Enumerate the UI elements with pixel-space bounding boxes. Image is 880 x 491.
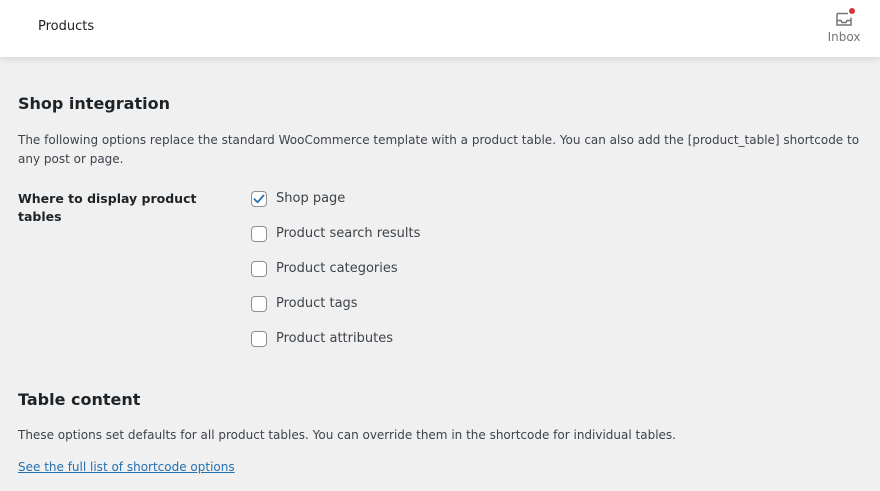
checkmark-icon [253,194,265,204]
option-label: Shop page [276,191,346,206]
field-label-display-locations: Where to display product tables [18,191,197,224]
option-shop-page[interactable]: Shop page [251,190,420,225]
option-label: Product tags [276,296,358,311]
option-label: Product search results [276,226,421,241]
checkbox-product-attributes[interactable] [251,331,267,347]
inbox-icon [834,8,855,29]
display-locations-options: Shop page Product search results Product… [251,190,420,365]
page-title: Products [38,19,95,34]
section-description-shop-integration: The following options replace the standa… [18,133,860,166]
option-product-categories[interactable]: Product categories [251,260,420,295]
checkbox-shop-page[interactable] [251,191,267,207]
top-bar: Products Inbox [0,0,880,57]
option-label: Product attributes [276,331,393,346]
notification-dot [849,8,855,14]
shortcode-options-link[interactable]: See the full list of shortcode options [18,458,235,477]
section-title-table-content: Table content [18,390,141,409]
option-product-attributes[interactable]: Product attributes [251,330,420,365]
checkbox-product-search-results[interactable] [251,226,267,242]
section-description-table-content: These options set defaults for all produ… [18,428,676,442]
option-label: Product categories [276,261,398,276]
option-product-search-results[interactable]: Product search results [251,225,420,260]
checkbox-product-categories[interactable] [251,261,267,277]
inbox-button[interactable]: Inbox [826,7,862,51]
option-product-tags[interactable]: Product tags [251,295,420,330]
inbox-label: Inbox [827,30,861,44]
checkbox-product-tags[interactable] [251,296,267,312]
section-title-shop-integration: Shop integration [18,94,170,113]
